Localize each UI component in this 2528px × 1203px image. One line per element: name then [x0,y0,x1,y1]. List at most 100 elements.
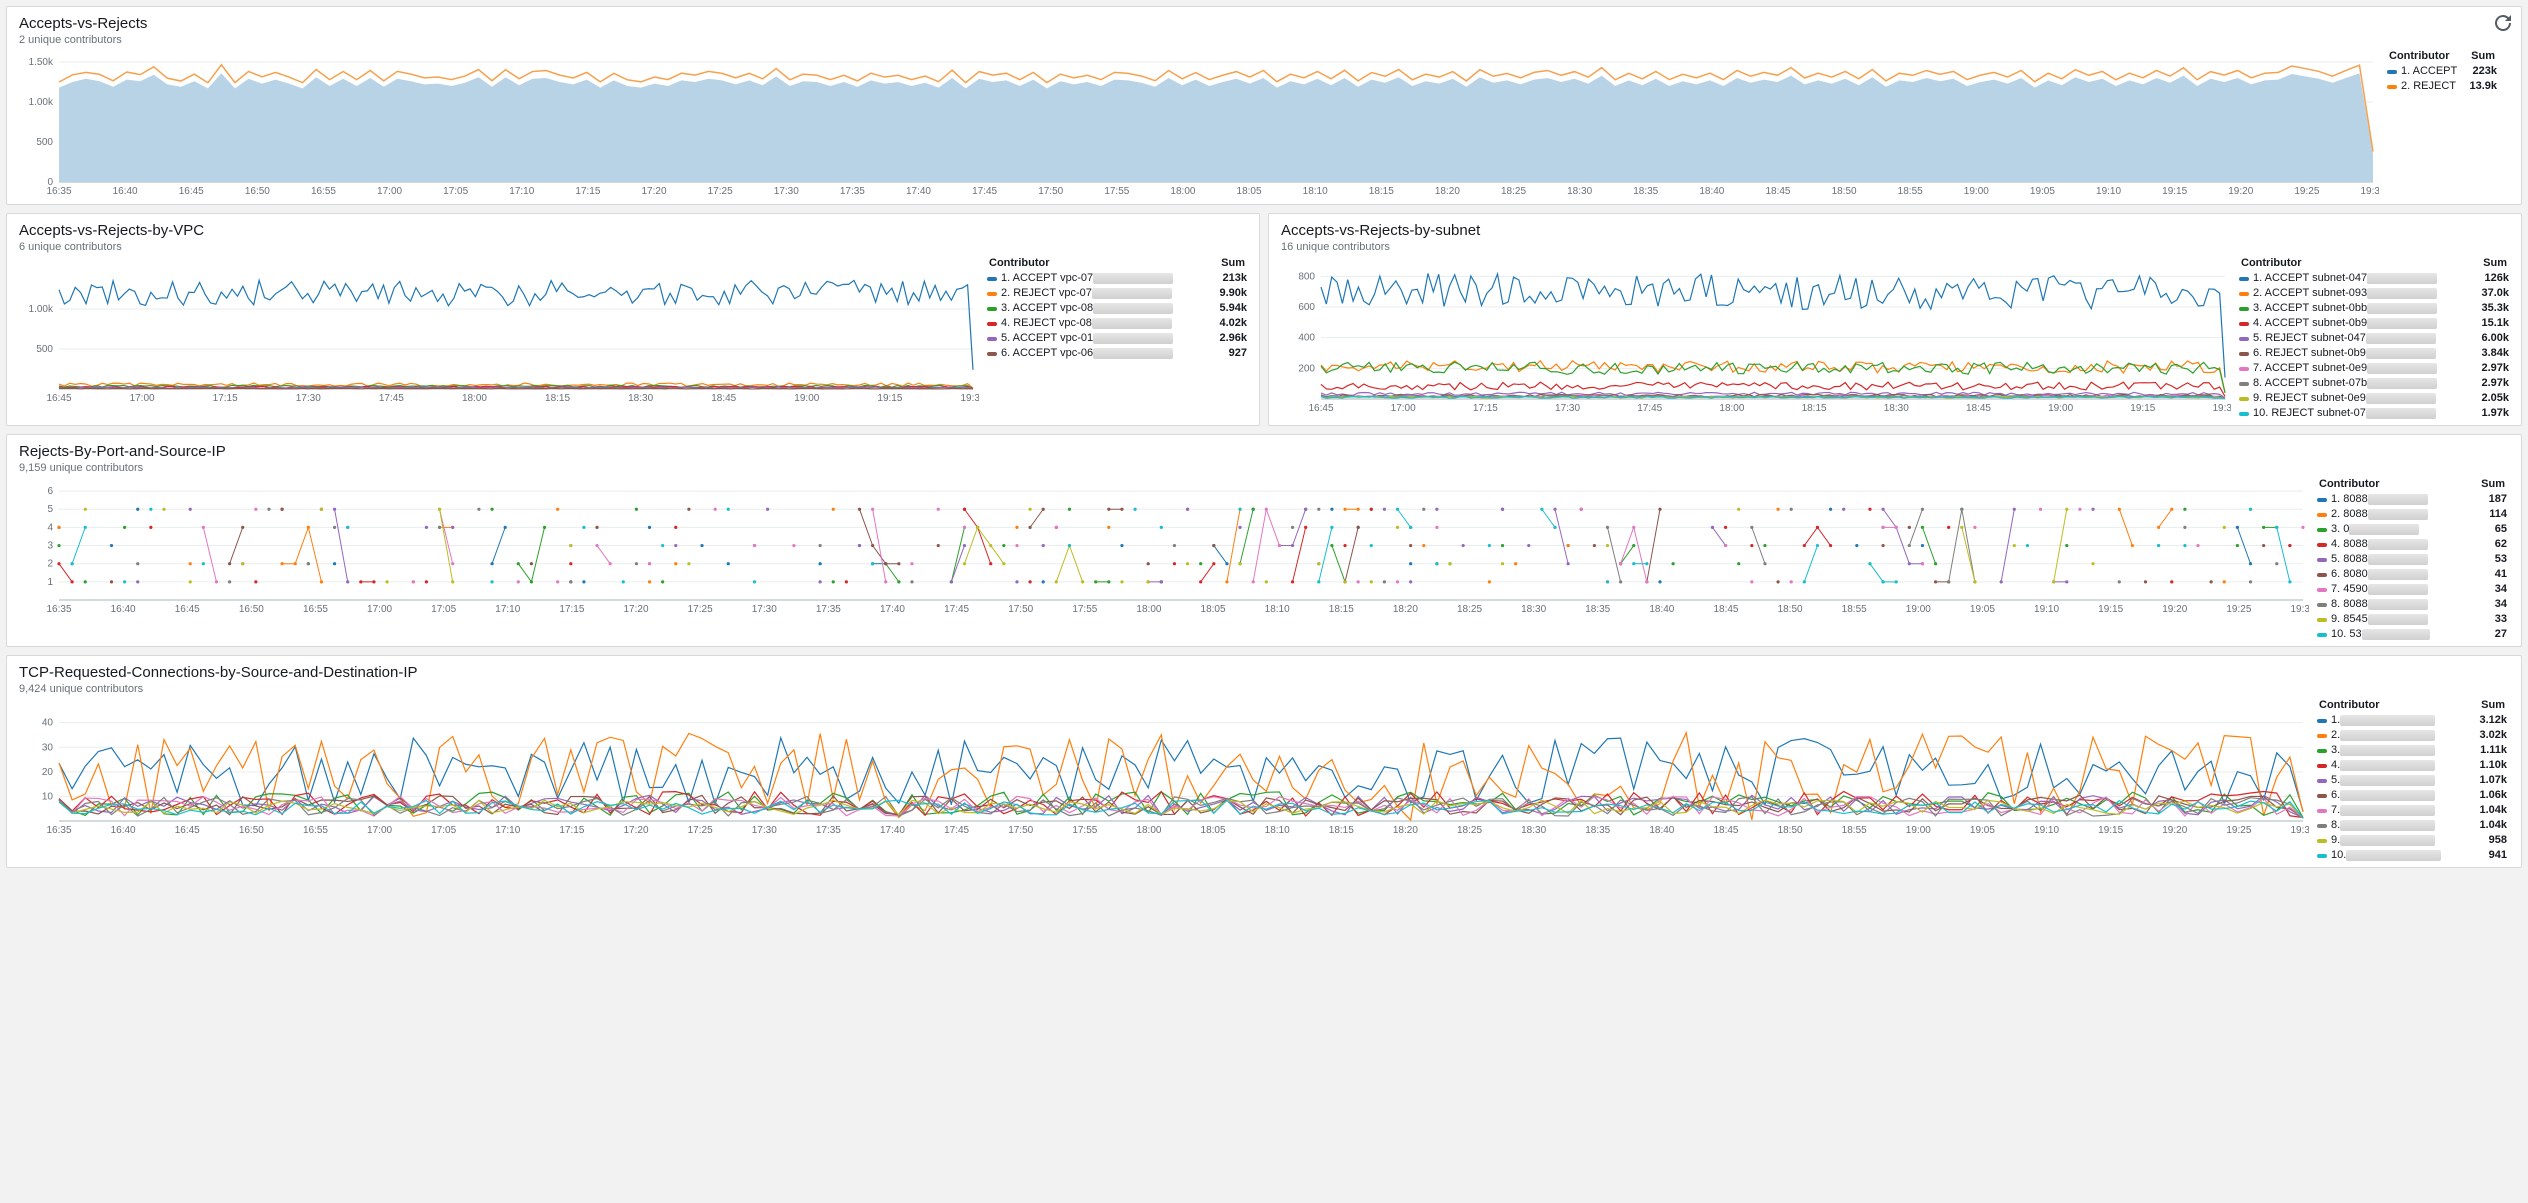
legend-swatch [2317,498,2327,502]
legend-sum: 2.96k [1219,331,1247,346]
svg-text:18:20: 18:20 [1435,186,1460,197]
legend-label: 2. [2331,728,2471,743]
legend-row[interactable]: 6. 8080 41 [2317,567,2507,582]
redacted-text [1092,318,1172,329]
redacted-text [2367,378,2437,389]
svg-text:18:10: 18:10 [1303,186,1328,197]
svg-text:16:35: 16:35 [46,186,71,197]
svg-text:17:15: 17:15 [559,604,584,615]
svg-text:17:15: 17:15 [575,186,600,197]
legend-swatch [987,277,997,281]
chart-area[interactable]: 05001.00k1.50k16:3516:4016:4516:5016:551… [19,50,2379,200]
legend-row[interactable]: 5. 1.07k [2317,773,2507,788]
legend-label: 4. REJECT vpc-08 [1001,316,1211,331]
svg-text:17:25: 17:25 [688,825,713,836]
svg-text:17:45: 17:45 [944,825,969,836]
svg-text:17:25: 17:25 [688,604,713,615]
legend-row[interactable]: 6. 1.06k [2317,788,2507,803]
svg-text:17:40: 17:40 [880,825,905,836]
legend-row[interactable]: 7. 1.04k [2317,803,2507,818]
svg-text:10: 10 [42,791,54,802]
legend-row[interactable]: 1. 8088 187 [2317,492,2507,507]
legend-row[interactable]: 3. 1.11k [2317,743,2507,758]
redacted-text [2340,835,2435,846]
legend-row[interactable]: 2. ACCEPT subnet-093 37.0k [2239,286,2509,301]
legend-row[interactable]: 1. ACCEPT 223k [2387,64,2497,79]
legend-row[interactable]: 3. 0 65 [2317,522,2507,537]
chart-area[interactable]: 5001.00k16:4517:0017:1517:3017:4518:0018… [19,257,979,407]
legend-row[interactable]: 5. ACCEPT vpc-01 2.96k [987,331,1247,346]
legend-row[interactable]: 1. ACCEPT subnet-047 126k [2239,271,2509,286]
legend-row[interactable]: 4. ACCEPT subnet-0b9 15.1k [2239,316,2509,331]
redacted-text [2368,539,2428,550]
svg-text:18:55: 18:55 [1898,186,1923,197]
legend-row[interactable]: 9. REJECT subnet-0e9 2.05k [2239,391,2509,406]
legend-row[interactable]: 10. 941 [2317,848,2507,863]
legend-row[interactable]: 10. 53 27 [2317,627,2507,642]
svg-text:17:35: 17:35 [816,825,841,836]
svg-text:500: 500 [36,137,53,148]
legend-sum: 9.90k [1219,286,1247,301]
svg-text:16:40: 16:40 [111,825,136,836]
redacted-text [2340,745,2435,756]
legend-row[interactable]: 10. REJECT subnet-07 1.97k [2239,406,2509,421]
refresh-icon[interactable] [2495,15,2511,31]
legend-row[interactable]: 5. REJECT subnet-047 6.00k [2239,331,2509,346]
svg-text:19:15: 19:15 [2098,825,2123,836]
legend-row[interactable]: 4. 1.10k [2317,758,2507,773]
legend-label: 3. ACCEPT subnet-0bb [2253,301,2473,316]
legend-label: 6. [2331,788,2471,803]
legend-row[interactable]: 7. 4590 34 [2317,582,2507,597]
svg-text:17:20: 17:20 [624,604,649,615]
legend-row[interactable]: 4. 8088 62 [2317,537,2507,552]
legend-row[interactable]: 4. REJECT vpc-08 4.02k [987,316,1247,331]
legend-row[interactable]: 2. REJECT vpc-07 9.90k [987,286,1247,301]
panel-title: Rejects-By-Port-and-Source-IP [19,443,2509,460]
svg-text:17:40: 17:40 [906,186,931,197]
svg-text:5: 5 [47,504,53,515]
svg-text:18:35: 18:35 [1585,604,1610,615]
legend-row[interactable]: 6. REJECT subnet-0b9 3.84k [2239,346,2509,361]
svg-text:19:05: 19:05 [1970,825,1995,836]
svg-text:17:35: 17:35 [816,604,841,615]
legend-row[interactable]: 2. 3.02k [2317,728,2507,743]
svg-text:19:00: 19:00 [1906,604,1931,615]
svg-text:16:35: 16:35 [46,825,71,836]
legend-row[interactable]: 6. ACCEPT vpc-06 927 [987,346,1247,361]
svg-text:18:35: 18:35 [1633,186,1658,197]
legend-row[interactable]: 3. ACCEPT vpc-08 5.94k [987,301,1247,316]
svg-text:17:20: 17:20 [642,186,667,197]
legend-swatch [2387,70,2397,74]
legend-row[interactable]: 2. REJECT 13.9k [2387,79,2497,94]
legend-row[interactable]: 9. 8545 33 [2317,612,2507,627]
svg-text:18:55: 18:55 [1842,825,1867,836]
legend-header-contributor: Contributor [2319,478,2379,490]
redacted-text [2368,494,2428,505]
legend-row[interactable]: 8. 8088 34 [2317,597,2507,612]
legend-row[interactable]: 5. 8088 53 [2317,552,2507,567]
chart-area[interactable]: 1020304016:3516:4016:4516:5016:5517:0017… [19,699,2309,839]
legend-row[interactable]: 8. 1.04k [2317,818,2507,833]
legend-sum: 53 [2495,552,2507,567]
legend-row[interactable]: 8. ACCEPT subnet-07b 2.97k [2239,376,2509,391]
legend-row[interactable]: 1. ACCEPT vpc-07 213k [987,271,1247,286]
svg-text:18:10: 18:10 [1265,825,1290,836]
svg-text:18:45: 18:45 [1713,825,1738,836]
legend-row[interactable]: 2. 8088 114 [2317,507,2507,522]
legend-swatch [2317,603,2327,607]
svg-text:18:15: 18:15 [1329,825,1354,836]
legend-swatch [2317,543,2327,547]
legend-sum: 2.97k [2481,376,2509,391]
redacted-text [2340,790,2435,801]
legend-row[interactable]: 7. ACCEPT subnet-0e9 2.97k [2239,361,2509,376]
svg-text:19:15: 19:15 [2162,186,2187,197]
svg-text:17:55: 17:55 [1104,186,1129,197]
chart-area[interactable]: 20040060080016:4517:0017:1517:3017:4518:… [1281,257,2231,417]
chart-area[interactable]: 12345616:3516:4016:4516:5016:5517:0017:0… [19,478,2309,618]
redacted-text [2362,629,2430,640]
legend-row[interactable]: 1. 3.12k [2317,713,2507,728]
legend-sum: 1.10k [2479,758,2507,773]
panel-accepts-vs-rejects: Accepts-vs-Rejects 2 unique contributors… [6,6,2522,205]
legend-row[interactable]: 9. 958 [2317,833,2507,848]
legend-row[interactable]: 3. ACCEPT subnet-0bb 35.3k [2239,301,2509,316]
